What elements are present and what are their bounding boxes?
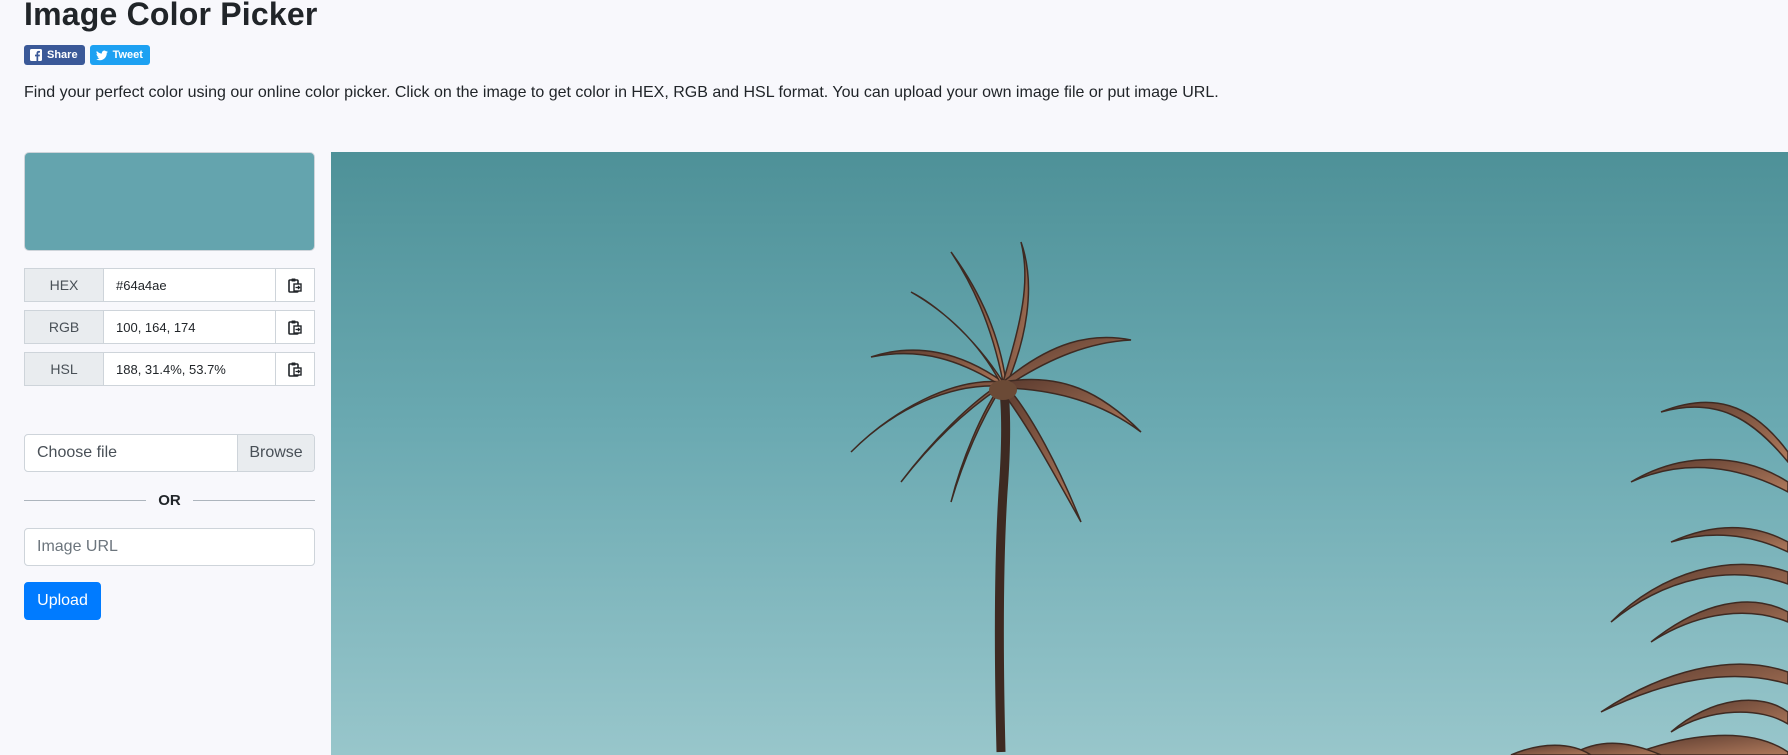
hex-value-field[interactable]: #64a4ae xyxy=(104,268,275,302)
social-share-bar: Share Tweet xyxy=(24,45,150,65)
clipboard-icon xyxy=(288,320,302,335)
hex-row: HEX #64a4ae xyxy=(24,268,315,302)
divider-line xyxy=(192,499,315,501)
divider-line xyxy=(24,499,147,501)
copy-rgb-button[interactable] xyxy=(275,310,315,344)
rgb-row: RGB 100, 164, 174 xyxy=(24,310,315,344)
or-divider: OR xyxy=(24,490,315,510)
palm-tree-photo xyxy=(331,152,1788,755)
upload-button[interactable]: Upload xyxy=(24,582,101,620)
facebook-share-button[interactable]: Share xyxy=(24,45,85,65)
clipboard-icon xyxy=(288,362,302,377)
page-title: Image Color Picker xyxy=(24,0,318,32)
rgb-value-field[interactable]: 100, 164, 174 xyxy=(104,310,275,344)
hsl-label: HSL xyxy=(24,352,104,386)
color-preview-swatch xyxy=(24,152,315,251)
intro-text: Find your perfect color using our online… xyxy=(24,84,1219,101)
tweet-label: Tweet xyxy=(112,49,143,61)
share-label: Share xyxy=(47,49,78,61)
browse-button[interactable]: Browse xyxy=(237,435,314,471)
picker-image-canvas[interactable] xyxy=(331,152,1788,755)
image-url-input[interactable] xyxy=(24,528,315,566)
clipboard-icon xyxy=(288,278,302,293)
file-chooser[interactable]: Choose file Browse xyxy=(24,434,315,472)
hsl-value-field[interactable]: 188, 31.4%, 53.7% xyxy=(104,352,275,386)
copy-hex-button[interactable] xyxy=(275,268,315,302)
rgb-label: RGB xyxy=(24,310,104,344)
file-chooser-label: Choose file xyxy=(37,444,118,461)
copy-hsl-button[interactable] xyxy=(275,352,315,386)
twitter-tweet-button[interactable]: Tweet xyxy=(89,45,150,65)
hex-label: HEX xyxy=(24,268,104,302)
hsl-row: HSL 188, 31.4%, 53.7% xyxy=(24,352,315,386)
twitter-icon xyxy=(95,50,108,60)
or-label: OR xyxy=(158,491,181,509)
facebook-icon xyxy=(30,49,42,61)
